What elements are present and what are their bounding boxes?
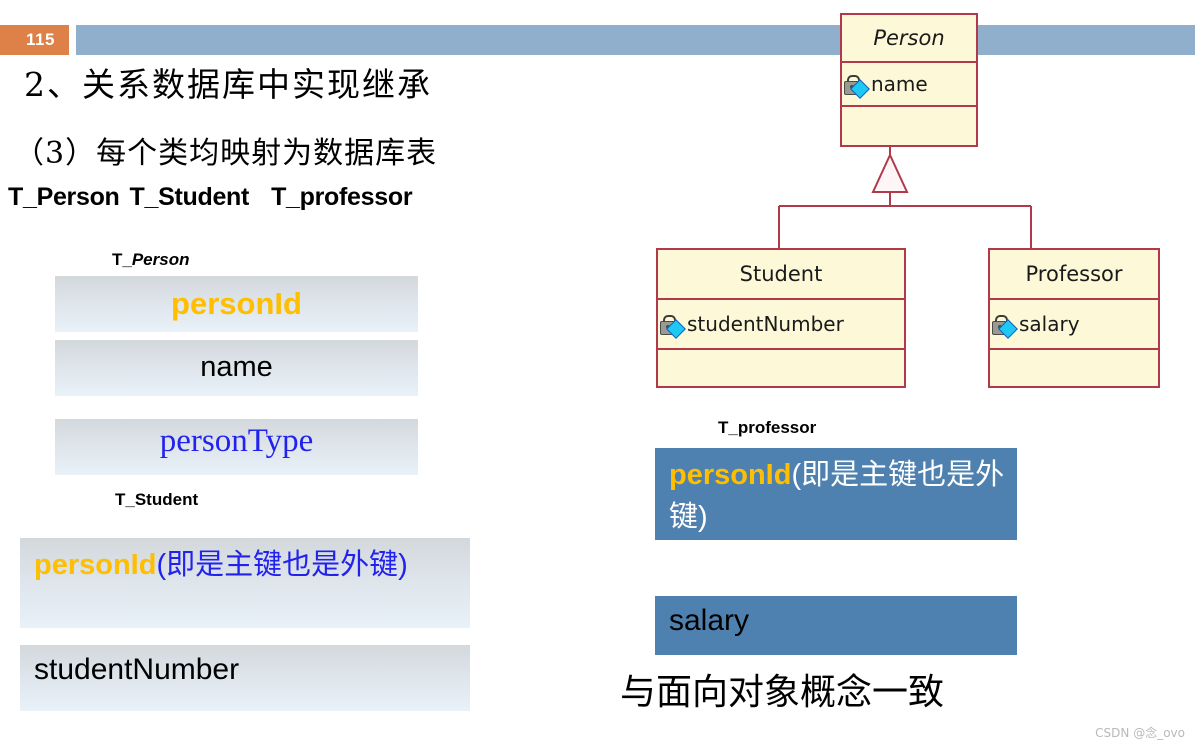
table-name-professor: T_professor [271,183,413,211]
uml-class-person: Person name [840,13,978,147]
cell-person-persontype: personType [159,423,314,459]
private-lock-icon [992,314,1018,339]
header-accent-bar [76,25,1195,55]
primary-key-label: personId [669,459,792,491]
uml-attribute-row: salary [990,298,1158,348]
table-row: personType [55,419,418,475]
caption-t-professor: T_professor [718,418,816,438]
table-name-student: T_Student [129,183,250,211]
uml-attribute-label: name [871,72,928,96]
cell-person-name: name [200,351,273,383]
caption-name: Student [134,490,199,509]
caption-prefix: T_ [115,490,135,509]
cell-student-studentnumber: studentNumber [34,653,240,686]
slide-number-badge: 115 [0,25,69,55]
uml-attribute-row: name [842,61,976,105]
private-lock-icon [844,74,870,99]
uml-operations-compartment [658,348,904,386]
uml-class-student: Student studentNumber [656,248,906,388]
uml-class-name: Student [739,262,823,286]
caption-t-person: T_Person [112,250,189,270]
uml-attribute-label: salary [1019,312,1080,336]
uml-class-name: Professor [1025,262,1123,286]
conclusion-text: 与面向对象概念一致 [620,672,945,713]
table-row: studentNumber [20,645,470,711]
section-heading: 2、关系数据库中实现继承 [24,65,432,104]
caption-t-student: T_Student [115,490,198,510]
caption-prefix: T_ [112,250,132,269]
table-name-person: T_Person [8,183,120,211]
uml-attribute-label: studentNumber [687,312,844,336]
uml-class-name: Person [873,26,945,50]
table-row: name [55,340,418,396]
private-lock-icon [660,314,686,339]
caption-prefix: T_ [718,418,738,437]
caption-name: professor [737,418,817,437]
uml-operations-compartment [842,105,976,145]
table-row: salary [655,596,1017,655]
primary-key-label: personId [34,549,157,581]
uml-attribute-row: studentNumber [658,298,904,348]
csdn-watermark: CSDN @念_ovo [1095,726,1185,740]
cell-professor-personid: personId(即是主键也是外键) [669,454,1011,538]
table-row: personId [55,276,418,332]
cell-person-personid: personId [171,286,302,321]
key-note: (即是主键也是外键) [156,549,408,581]
cell-student-personid: personId(即是主键也是外键) [34,544,462,586]
uml-operations-compartment [990,348,1158,386]
caption-name: Person [131,250,190,269]
subsection-heading: （3）每个类均映射为数据库表 [14,136,438,171]
uml-class-professor: Professor salary [988,248,1160,388]
cell-professor-salary: salary [669,604,750,637]
table-row: personId(即是主键也是外键) [20,538,470,628]
table-row: personId(即是主键也是外键) [655,448,1017,540]
table-names-row: T_Person T_Student T_professor [8,183,413,212]
